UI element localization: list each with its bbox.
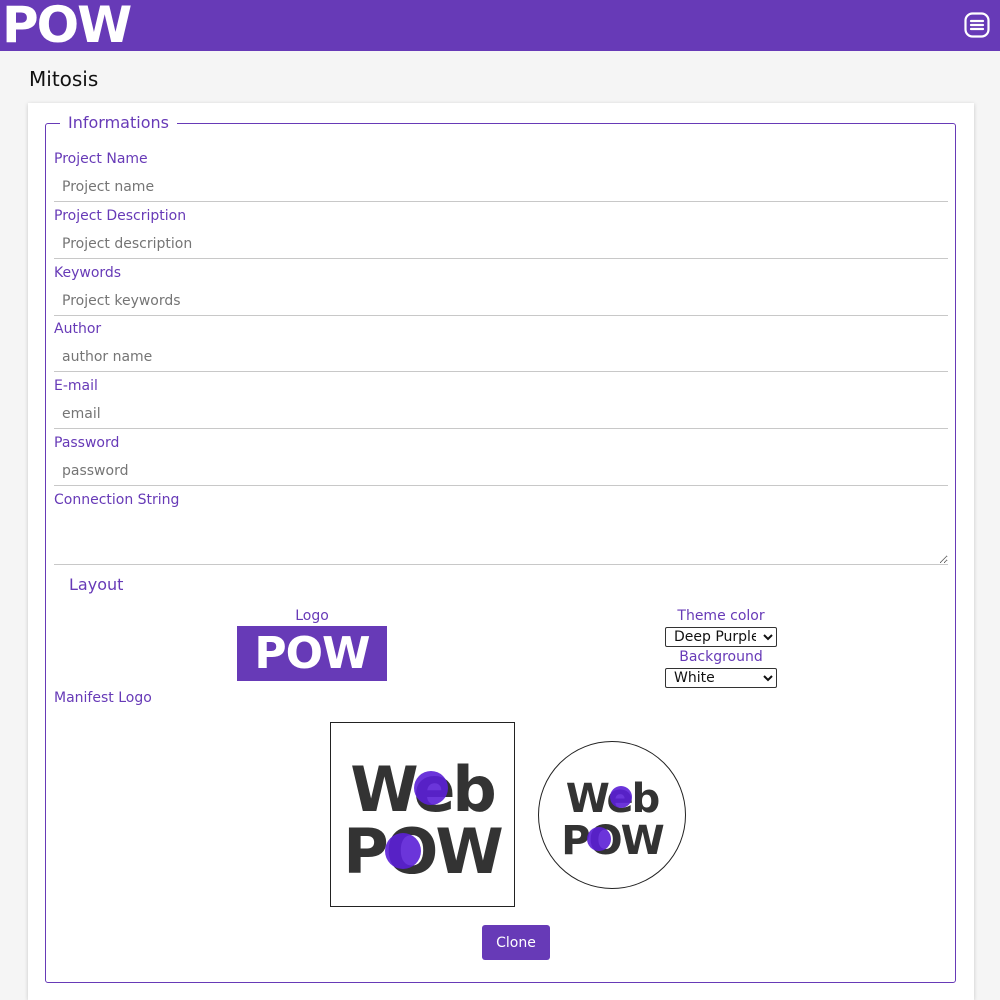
project-name-label: Project Name — [54, 151, 148, 167]
background-label: Background — [679, 649, 763, 665]
page-title: Mitosis — [29, 67, 99, 91]
clone-button[interactable]: Clone — [482, 925, 550, 960]
manifest-circle-accent-e — [610, 786, 632, 808]
layout-section-title: Layout — [69, 575, 124, 594]
author-input[interactable] — [54, 342, 948, 372]
project-name-input[interactable] — [54, 172, 948, 202]
manifest-logo-label: Manifest Logo — [54, 690, 152, 706]
manifest-logo-circle[interactable]: Web POW — [538, 741, 686, 889]
password-input[interactable] — [54, 456, 948, 486]
theme-color-label: Theme color — [677, 608, 765, 624]
menu-icon[interactable] — [964, 12, 990, 38]
manifest-square-accent-e — [414, 771, 448, 805]
connection-string-textarea[interactable] — [54, 514, 948, 565]
manifest-circle-line2: POW — [561, 818, 663, 864]
manifest-logo-square[interactable]: Web POW — [330, 722, 515, 907]
top-app-bar: POW — [0, 0, 1000, 51]
project-description-label: Project Description — [54, 208, 187, 224]
author-label: Author — [54, 321, 102, 337]
email-label: E-mail — [54, 378, 98, 394]
email-input[interactable] — [54, 399, 948, 429]
logo-label: Logo — [295, 608, 329, 624]
manifest-square-accent-o — [385, 833, 421, 869]
connection-string-label: Connection String — [54, 492, 180, 508]
background-select[interactable]: White — [665, 668, 777, 688]
manifest-circle-accent-o — [587, 827, 611, 851]
logo-preview[interactable]: POW — [237, 626, 387, 681]
keywords-label: Keywords — [54, 265, 122, 281]
informations-legend: Informations — [68, 113, 169, 132]
brand-logo[interactable]: POW — [2, 0, 132, 50]
password-label: Password — [54, 435, 120, 451]
theme-color-select[interactable]: Deep Purple — [665, 627, 777, 647]
project-description-input[interactable] — [54, 229, 948, 259]
keywords-input[interactable] — [54, 286, 948, 316]
manifest-square-line2: POW — [343, 815, 502, 888]
